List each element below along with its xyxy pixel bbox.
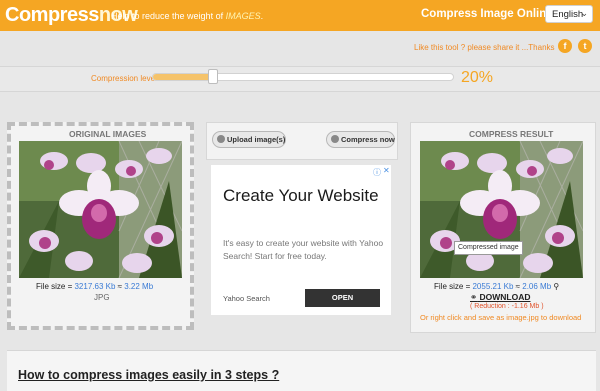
upload-label: Upload image(s) xyxy=(227,135,286,144)
twitter-icon[interactable]: t xyxy=(578,39,592,53)
compression-slider-handle[interactable] xyxy=(208,69,218,84)
language-value: English xyxy=(552,9,584,20)
compressed-image[interactable] xyxy=(420,141,583,278)
tagline-suffix: . xyxy=(260,11,264,21)
compress-now-button[interactable]: Compress now xyxy=(326,131,395,148)
original-size-sep: ≈ xyxy=(115,282,125,291)
zoom-icon[interactable]: ⚲ xyxy=(553,282,559,291)
page-title: Compress Image Online xyxy=(421,8,553,20)
compress-icon xyxy=(331,135,339,143)
top-header: Compressnow Help to reduce the weight of… xyxy=(0,0,600,31)
result-panel-title: COMPRESS RESULT xyxy=(469,129,554,139)
original-image xyxy=(19,141,182,278)
original-size-mb: 3.22 Mb xyxy=(124,282,154,291)
advertisement[interactable]: ⓘ ✕ Create Your Website It's easy to cre… xyxy=(211,165,391,315)
download-icon: ⚭ xyxy=(470,292,478,302)
upload-images-button[interactable]: Upload image(s) xyxy=(212,131,286,148)
tagline-prefix: Help to reduce the weight of xyxy=(111,11,226,21)
download-link[interactable]: ⚭ DOWNLOAD xyxy=(470,292,531,303)
result-size-sep: ≈ xyxy=(513,282,523,291)
tagline: Help to reduce the weight of IMAGES. xyxy=(111,11,263,21)
instructions-title: How to compress images easily in 3 steps… xyxy=(18,368,280,382)
facebook-icon[interactable]: f xyxy=(558,39,572,53)
compression-label: Compression level xyxy=(91,74,157,83)
download-label: DOWNLOAD xyxy=(479,292,531,302)
compress-label: Compress now xyxy=(341,135,395,144)
original-file-size: File size = 3217.63 Kb ≈ 3.22 Mb xyxy=(36,282,153,291)
share-text: Like this tool ? please share it ...Than… xyxy=(414,43,555,52)
right-click-hint: Or right click and save as image.jpg to … xyxy=(420,313,582,322)
language-select[interactable]: English ⌄ xyxy=(545,5,593,23)
instructions-section: How to compress images easily in 3 steps… xyxy=(7,350,596,391)
original-panel-title: ORIGINAL IMAGES xyxy=(69,129,147,139)
logo-main: Compress xyxy=(5,4,99,26)
ad-brand: Yahoo Search xyxy=(223,294,270,303)
upload-icon xyxy=(217,135,225,143)
result-file-size: File size = 2055.21 Kb ≈ 2.06 Mb ⚲ xyxy=(434,282,559,291)
reduction-text: ( Reduction : -1.16 Mb ) xyxy=(470,303,544,310)
original-size-kb: 3217.63 Kb xyxy=(74,282,116,291)
ad-close-icon[interactable]: ✕ xyxy=(383,166,390,175)
result-size-kb: 2055.21 Kb xyxy=(472,282,514,291)
compression-slider-fill xyxy=(153,74,213,80)
ad-info-icon[interactable]: ⓘ xyxy=(373,167,381,178)
ad-headline: Create Your Website xyxy=(223,186,379,205)
chevron-down-icon: ⌄ xyxy=(580,8,588,18)
result-size-mb: 2.06 Mb xyxy=(522,282,552,291)
compression-value: 20% xyxy=(461,69,494,86)
compression-slider[interactable] xyxy=(152,73,454,81)
original-size-prefix: File size = xyxy=(36,282,75,291)
compressed-image-tooltip: Compressed image xyxy=(454,241,523,255)
original-format: JPG xyxy=(94,293,110,302)
tagline-highlight: IMAGES xyxy=(225,11,261,21)
ad-open-button[interactable]: OPEN xyxy=(305,289,380,307)
ad-body: It's easy to create your website with Ya… xyxy=(223,238,384,261)
result-size-prefix: File size = xyxy=(434,282,473,291)
